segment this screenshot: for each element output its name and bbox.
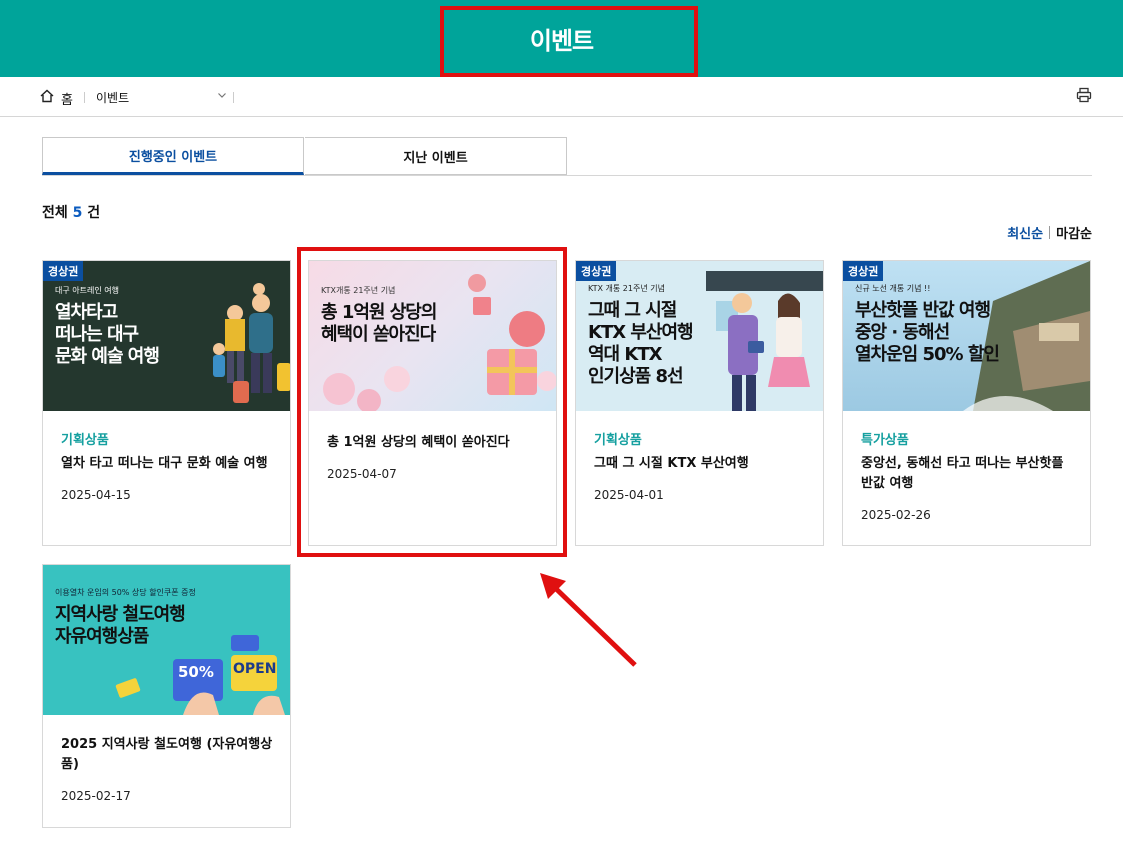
event-thumbnail[interactable]: 경상권 신규 노선 개통 기념 !! 부산핫플 반값 여행 중앙 · 동해선 열…	[843, 261, 1090, 411]
thumbnail-headline-line: 자유여행상품	[55, 626, 149, 647]
event-card[interactable]: 경상권 대구 아트레인 여행 열차타고 떠나는 대구 문화 예술 여행 기획상품…	[42, 260, 291, 546]
region-badge: 경상권	[43, 261, 84, 281]
thumbnail-subtitle: 대구 아트레인 여행	[55, 286, 119, 295]
event-title[interactable]: 그때 그 시절 KTX 부산여행	[594, 454, 809, 474]
event-title[interactable]: 열차 타고 떠나는 대구 문화 예술 여행	[61, 454, 276, 474]
sort-latest-button[interactable]: 최신순	[1007, 223, 1043, 242]
thumbnail-headline-line: 중앙 · 동해선	[855, 322, 950, 343]
thumbnail-headline-line: 인기상품 8선	[588, 366, 684, 387]
event-card-body: 기획상품 그때 그 시절 KTX 부산여행 2025-04-01	[594, 429, 809, 502]
event-card[interactable]: 경상권 KTX 개통 21주년 기념 그때 그 시절 KTX 부산여행 역대 K…	[575, 260, 824, 546]
tabs-divider	[42, 175, 1092, 176]
thumbnail-headline-line: 문화 예술 여행	[55, 346, 160, 367]
event-category: 기획상품	[61, 433, 109, 448]
breadcrumb-divider	[84, 92, 85, 103]
breadcrumb: 홈 이벤트	[0, 77, 1123, 117]
event-date: 2025-04-15	[61, 488, 131, 502]
event-card-body: 특가상품 중앙선, 동해선 타고 떠나는 부산핫플 반값 여행 2025-02-…	[861, 429, 1076, 522]
tab-ongoing-events[interactable]: 진행중인 이벤트	[42, 137, 304, 175]
thumbnail-subtitle: 이용열차 운임의 50% 상당 할인쿠폰 증정	[55, 588, 196, 597]
thumbnail-subtitle: KTX개통 21주년 기념	[321, 286, 396, 295]
event-card-body: 2025 지역사랑 철도여행 (자유여행상품) 2025-02-17	[61, 735, 276, 803]
coupon-open-text: OPEN	[233, 661, 277, 677]
region-badge: 경상권	[843, 261, 884, 281]
thumbnail-headline-line: 열차운임 50% 할인	[855, 344, 1000, 365]
chevron-down-icon[interactable]	[217, 90, 227, 100]
event-date: 2025-02-26	[861, 508, 931, 522]
breadcrumb-divider	[233, 92, 234, 103]
print-icon[interactable]	[1076, 87, 1092, 103]
thumbnail-headline-line: 역대 KTX	[588, 344, 662, 365]
event-title[interactable]: 2025 지역사랑 철도여행 (자유여행상품)	[61, 735, 276, 775]
event-thumbnail[interactable]: 경상권 KTX 개통 21주년 기념 그때 그 시절 KTX 부산여행 역대 K…	[576, 261, 823, 411]
event-thumbnail[interactable]: 이용열차 운임의 50% 상당 할인쿠폰 증정 지역사랑 철도여행 자유여행상품…	[43, 565, 290, 715]
thumbnail-headline-line: 떠나는 대구	[55, 324, 139, 345]
event-date: 2025-04-01	[594, 488, 664, 502]
thumbnail-subtitle: KTX 개통 21주년 기념	[588, 284, 665, 293]
event-category: 특가상품	[861, 433, 909, 448]
event-card-body: 기획상품 열차 타고 떠나는 대구 문화 예술 여행 2025-04-15	[61, 429, 276, 502]
coupon-percent-text: 50%	[178, 663, 214, 681]
couple-train-illustration	[706, 271, 823, 411]
breadcrumb-home[interactable]: 홈	[61, 89, 73, 108]
event-date: 2025-02-17	[61, 789, 131, 803]
region-badge: 경상권	[576, 261, 617, 281]
sort-deadline-button[interactable]: 마감순	[1056, 223, 1092, 242]
thumbnail-headline-line: KTX 부산여행	[588, 322, 694, 343]
total-count: 전체 5 건	[42, 202, 100, 222]
total-suffix: 건	[87, 205, 101, 221]
annotation-arrow	[540, 573, 637, 667]
sort-divider	[1049, 226, 1051, 239]
family-travel-illustration	[213, 283, 290, 403]
total-number: 5	[72, 205, 83, 221]
thumbnail-headline-line: 혜택이 쏟아진다	[321, 324, 436, 345]
annotation-highlight-title	[440, 6, 698, 77]
sort-options: 최신순 마감순	[1007, 223, 1092, 242]
total-prefix: 전체	[42, 205, 68, 221]
thumbnail-headline-line: 지역사랑 철도여행	[55, 604, 186, 625]
event-card[interactable]: 이용열차 운임의 50% 상당 할인쿠폰 증정 지역사랑 철도여행 자유여행상품…	[42, 564, 291, 828]
home-icon[interactable]	[40, 89, 54, 103]
event-card[interactable]: 경상권 신규 노선 개통 기념 !! 부산핫플 반값 여행 중앙 · 동해선 열…	[842, 260, 1091, 546]
tab-past-events[interactable]: 지난 이벤트	[305, 137, 567, 175]
event-thumbnail[interactable]: 경상권 대구 아트레인 여행 열차타고 떠나는 대구 문화 예술 여행	[43, 261, 290, 411]
thumbnail-headline-line: 열차타고	[55, 302, 118, 323]
event-category: 기획상품	[594, 433, 642, 448]
thumbnail-headline-line: 총 1억원 상당의	[321, 302, 437, 323]
thumbnail-headline-line: 그때 그 시절	[588, 300, 677, 321]
thumbnail-headline-line: 부산핫플 반값 여행	[855, 300, 991, 321]
thumbnail-subtitle: 신규 노선 개통 기념 !!	[855, 284, 931, 293]
event-title[interactable]: 중앙선, 동해선 타고 떠나는 부산핫플 반값 여행	[861, 454, 1076, 494]
breadcrumb-current[interactable]: 이벤트	[96, 89, 129, 106]
